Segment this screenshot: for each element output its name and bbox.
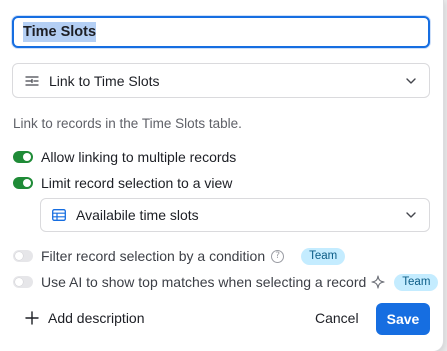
field-name-input[interactable]: Time Slots [12,16,430,48]
save-button[interactable]: Save [376,303,430,335]
add-description-label: Add description [48,310,145,326]
allow-multiple-label: Allow linking to multiple records [41,149,237,165]
filter-condition-row[interactable]: Filter record selection by a condition ?… [13,246,346,266]
cancel-button[interactable]: Cancel [305,302,369,334]
chevron-down-icon [406,212,416,218]
field-config-panel: Time Slots Link to Time Slots Link to re… [0,0,443,351]
view-select-label: Availabile time slots [76,207,199,223]
limit-view-row[interactable]: Limit record selection to a view [13,173,232,193]
allow-multiple-row[interactable]: Allow linking to multiple records [13,147,236,167]
field-type-select[interactable]: Link to Time Slots [12,63,430,98]
field-type-label: Link to Time Slots [49,72,160,89]
ai-matches-toggle[interactable] [13,276,33,288]
limit-view-toggle[interactable] [13,177,33,189]
add-description-button[interactable]: Add description [25,310,145,326]
team-badge: Team [301,247,346,265]
ai-matches-row[interactable]: Use AI to show top matches when selectin… [13,272,439,292]
filter-condition-label: Filter record selection by a condition [41,248,266,264]
filter-condition-toggle[interactable] [13,250,33,262]
link-field-icon [25,75,39,86]
ai-matches-label: Use AI to show top matches when selectin… [41,274,367,290]
sparkle-icon [371,275,385,289]
team-badge: Team [394,273,439,291]
allow-multiple-toggle[interactable] [13,151,33,163]
chevron-down-icon [406,77,416,84]
field-type-description: Link to records in the Time Slots table. [13,116,242,131]
grid-view-icon [52,209,66,221]
view-select[interactable]: Availabile time slots [40,198,430,232]
field-name-value[interactable]: Time Slots [23,22,97,42]
limit-view-label: Limit record selection to a view [41,175,233,191]
help-icon[interactable]: ? [271,249,285,263]
plus-icon [25,311,39,325]
